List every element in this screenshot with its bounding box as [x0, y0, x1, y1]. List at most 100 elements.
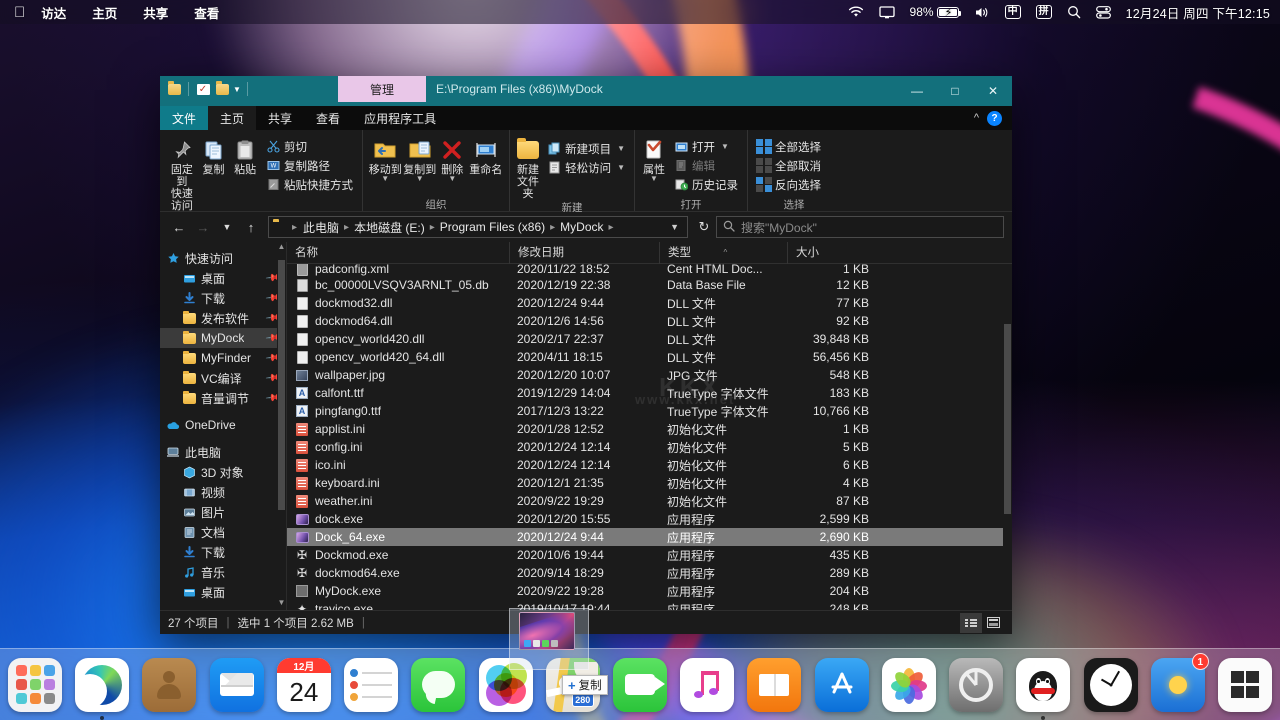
- ribbon-tab-view[interactable]: 查看: [304, 106, 352, 130]
- dock-item-contacts[interactable]: [140, 656, 198, 714]
- dock-item-facetime[interactable]: [611, 656, 669, 714]
- rename-button[interactable]: 重命名: [468, 134, 504, 176]
- easy-access-button[interactable]: 轻松访问 ▼: [543, 158, 629, 177]
- history-button[interactable]: 历史记录: [670, 175, 742, 194]
- table-row[interactable]: ✠ Dockmod.exe 2020/10/6 19:44 应用程序 435 KB: [287, 546, 1012, 564]
- breadcrumb-this-pc[interactable]: 此电脑: [300, 219, 342, 236]
- sidebar-item-documents[interactable]: 文档: [160, 522, 286, 542]
- dock-item-mail[interactable]: [208, 656, 266, 714]
- sidebar-item-mydock[interactable]: MyDock 📌: [160, 328, 286, 348]
- table-row-selected[interactable]: Dock_64.exe 2020/12/24 9:44 应用程序 2,690 K…: [287, 528, 1012, 546]
- menu-item-share[interactable]: 共享: [143, 3, 168, 22]
- sidebar-item-quick-access[interactable]: 快速访问: [160, 248, 286, 268]
- column-header-name[interactable]: 名称: [287, 242, 509, 264]
- table-row[interactable]: ✦ trayico.exe 2019/10/17 19:44 应用程序 248 K…: [287, 600, 1012, 610]
- chevron-down-icon[interactable]: ▼: [416, 175, 424, 183]
- column-header-date[interactable]: 修改日期: [509, 241, 659, 264]
- dock-item-launchpad[interactable]: [6, 656, 64, 714]
- table-row[interactable]: ico.ini 2020/12/24 12:14 初始化文件 6 KB: [287, 456, 1012, 474]
- ime-chinese-icon[interactable]: 中: [1004, 5, 1021, 19]
- breadcrumb-local-disk[interactable]: 本地磁盘 (E:): [351, 219, 428, 236]
- file-list-scrollbar[interactable]: [1003, 264, 1012, 610]
- breadcrumb-program-files[interactable]: Program Files (x86): [437, 220, 548, 234]
- apple-logo-icon[interactable]: : [14, 5, 25, 20]
- window-title-bar[interactable]: ✓ ▼ 管理 E:\Program Files (x86)\MyDock — □…: [160, 76, 1012, 106]
- qat-new-folder-icon[interactable]: [214, 81, 230, 97]
- sidebar-item-videos[interactable]: 视频: [160, 482, 286, 502]
- sidebar-item-desktop[interactable]: 桌面 📌: [160, 268, 286, 288]
- delete-button[interactable]: 删除 ▼: [437, 134, 468, 183]
- sidebar-item-downloads[interactable]: 下载 📌: [160, 288, 286, 308]
- table-row[interactable]: Acalfont.ttf 2019/12/29 14:04 TrueType 字…: [287, 384, 1012, 402]
- table-row[interactable]: wallpaper.jpg 2020/12/20 10:07 JPG 文件 54…: [287, 366, 1012, 384]
- copy-button[interactable]: 复制: [199, 134, 229, 176]
- manage-contextual-tab[interactable]: 管理: [338, 76, 426, 102]
- wifi-icon[interactable]: [848, 6, 864, 18]
- table-row[interactable]: ✠ dockmod64.exe 2020/9/14 18:29 应用程序 289 …: [287, 564, 1012, 582]
- chevron-up-icon[interactable]: ^: [974, 112, 979, 124]
- dock-item-edge[interactable]: [73, 656, 131, 720]
- table-row[interactable]: weather.ini 2020/9/22 19:29 初始化文件 87 KB: [287, 492, 1012, 510]
- help-icon[interactable]: ?: [987, 110, 1002, 126]
- sidebar-item-publish-software[interactable]: 发布软件 📌: [160, 308, 286, 328]
- dock-item-weather[interactable]: 1: [1149, 652, 1209, 714]
- minimize-button[interactable]: —: [898, 76, 936, 106]
- chevron-down-icon[interactable]: ▼: [381, 175, 389, 183]
- dock-item-itunes[interactable]: [678, 656, 736, 714]
- breadcrumb-mydock[interactable]: MyDock: [557, 220, 606, 234]
- control-center-icon[interactable]: [1095, 5, 1111, 19]
- properties-button[interactable]: 属性 ▼: [640, 134, 668, 183]
- table-row[interactable]: bc_00000LVSQV3ARNLT_05.db 2020/12/19 22:…: [287, 276, 1012, 294]
- dock-item-clock[interactable]: [1082, 656, 1140, 714]
- cut-button[interactable]: 剪切: [262, 137, 357, 156]
- paste-shortcut-button[interactable]: 粘贴快捷方式: [262, 175, 357, 194]
- dock-item-appstore[interactable]: [813, 656, 871, 714]
- new-folder-button[interactable]: 新建 文件夹: [515, 134, 541, 200]
- dock-item-photos[interactable]: [880, 656, 938, 714]
- search-input[interactable]: 搜索"MyDock": [741, 219, 817, 236]
- file-list-scrollbar-thumb[interactable]: [1004, 324, 1011, 514]
- sidebar-scrollbar[interactable]: ▲ ▼: [277, 242, 286, 610]
- sidebar-item-vc-compile[interactable]: VC编译 📌: [160, 368, 286, 388]
- dock-item-qq[interactable]: [1014, 656, 1072, 720]
- sidebar-item-this-pc[interactable]: 此电脑: [160, 442, 286, 462]
- spotlight-search-icon[interactable]: [1067, 5, 1081, 19]
- display-icon[interactable]: [878, 5, 895, 19]
- up-button[interactable]: ↑: [240, 216, 262, 238]
- dock-item-sysprefs[interactable]: [947, 656, 1005, 714]
- table-row[interactable]: dockmod64.dll 2020/12/6 14:56 DLL 文件 92 …: [287, 312, 1012, 330]
- recent-locations-button[interactable]: ▼: [216, 216, 238, 238]
- sidebar-item-downloads-pc[interactable]: 下载: [160, 542, 286, 562]
- maximize-button[interactable]: □: [936, 76, 974, 106]
- refresh-button[interactable]: ↻: [694, 219, 714, 235]
- chevron-down-icon[interactable]: ▼: [721, 142, 729, 151]
- sidebar-item-music[interactable]: 音乐: [160, 562, 286, 582]
- volume-icon[interactable]: [974, 6, 990, 19]
- qat-properties-icon[interactable]: ✓: [195, 81, 211, 97]
- forward-button[interactable]: →: [192, 216, 214, 238]
- address-dropdown-icon[interactable]: ▼: [666, 222, 683, 232]
- move-to-button[interactable]: 移动到 ▼: [368, 134, 402, 183]
- paste-button[interactable]: 粘贴: [230, 134, 260, 176]
- pin-to-quick-access-button[interactable]: 固定到 快速访问: [167, 134, 197, 212]
- open-button[interactable]: 打开 ▼: [670, 137, 742, 156]
- chevron-down-icon[interactable]: ▼: [617, 144, 625, 153]
- sidebar-item-volume-control[interactable]: 音量调节 📌: [160, 388, 286, 408]
- table-row[interactable]: opencv_world420.dll 2020/2/17 22:37 DLL …: [287, 330, 1012, 348]
- close-button[interactable]: ✕: [974, 76, 1012, 106]
- ime-pinyin-icon[interactable]: 拼: [1035, 5, 1052, 19]
- chevron-down-icon[interactable]: ▼: [650, 175, 658, 183]
- table-row[interactable]: padconfig.xml 2020/11/22 18:52 Cent HTML…: [287, 264, 1012, 276]
- ribbon-tab-file[interactable]: 文件: [160, 106, 209, 130]
- invert-selection-button[interactable]: 反向选择: [753, 175, 825, 194]
- table-row[interactable]: dock.exe 2020/12/20 15:55 应用程序 2,599 KB: [287, 510, 1012, 528]
- tiles-view-button[interactable]: [982, 613, 1004, 633]
- table-row[interactable]: keyboard.ini 2020/12/1 21:35 初始化文件 4 KB: [287, 474, 1012, 492]
- scroll-up-icon[interactable]: ▲: [277, 242, 286, 254]
- dock-item-calendar[interactable]: 12月 24: [275, 656, 333, 714]
- sidebar-item-onedrive[interactable]: OneDrive: [160, 415, 286, 435]
- copy-to-button[interactable]: 复制到 ▼: [402, 134, 436, 183]
- dock-item-photos-classic[interactable]: [477, 656, 535, 714]
- details-view-button[interactable]: [960, 612, 982, 633]
- sidebar-item-3d-objects[interactable]: 3D 对象: [160, 462, 286, 482]
